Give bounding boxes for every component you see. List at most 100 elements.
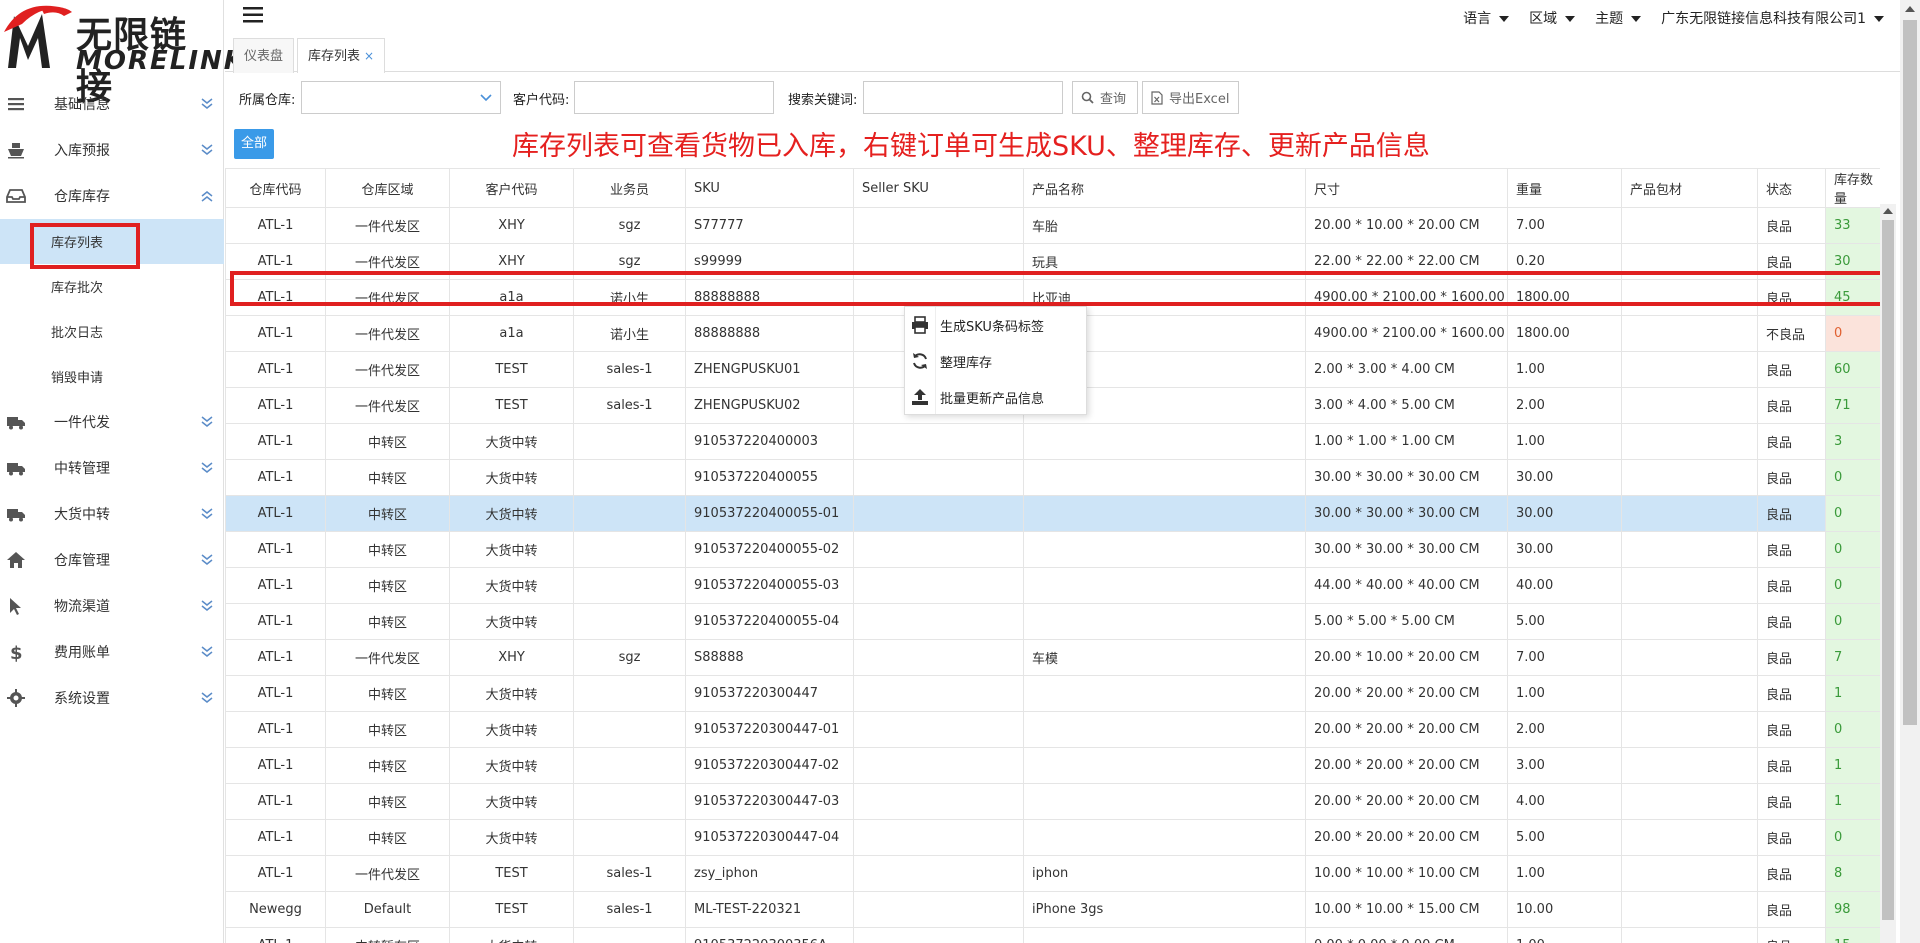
all-filter-button[interactable]: 全部: [234, 129, 274, 159]
col-header-product-name[interactable]: 产品名称: [1023, 168, 1306, 208]
language-dropdown[interactable]: 语言: [1463, 8, 1510, 28]
col-header-status[interactable]: 状态: [1757, 168, 1826, 208]
ctx-item-generate-sku-label[interactable]: 生成SKU条码标签: [905, 307, 1086, 343]
table-row[interactable]: ATL-1 中转区 大货中转 910537220400003 1.00 * 1.00 *…: [225, 423, 1880, 460]
region-dropdown[interactable]: 区域: [1529, 8, 1576, 28]
table-cell: 一件代发区: [325, 279, 450, 316]
table-row[interactable]: Newegg Default TEST sales-1 ML-TEST-220321 iP…: [225, 891, 1880, 928]
customer-code-label: 客户代码:: [513, 93, 570, 108]
scroll-up-icon[interactable]: [1883, 208, 1893, 214]
export-button-label: 导出Excel: [1169, 92, 1230, 107]
logo[interactable]: 无限链接 MORELINK: [0, 0, 244, 108]
table-cell: 3.00 * 4.00 * 5.00 CM: [1305, 387, 1508, 424]
page-scrollbar[interactable]: [1900, 0, 1920, 943]
table-row[interactable]: ATL-1 中转区 大货中转 910537220300447-04 20.00 * 20…: [225, 819, 1880, 856]
table-cell: 20.00 * 20.00 * 20.00 CM: [1305, 711, 1508, 748]
col-header-customer-code[interactable]: 客户代码: [449, 168, 574, 208]
sidebar-item-system-settings[interactable]: 系统设置: [0, 675, 224, 721]
table-cell: [1621, 783, 1758, 820]
sidebar-subitem-destroy-request[interactable]: 销毁申请: [0, 354, 224, 399]
table-cell: 良品: [1757, 459, 1826, 496]
sidebar-item-billing[interactable]: $ 费用账单: [0, 629, 224, 675]
table-cell: 大货中转: [449, 423, 574, 460]
sidebar-item-dropshipping[interactable]: 一件代发: [0, 399, 224, 445]
table-cell: 7: [1825, 639, 1880, 676]
table-row[interactable]: ATL-1 中转区 大货中转 910537220400055-04 5.00 * 5.0…: [225, 603, 1880, 640]
table-row[interactable]: ATL-1 中转区 大货中转 910537220400055 30.00 * 30.00…: [225, 459, 1880, 496]
ctx-item-bulk-update-product[interactable]: 批量更新产品信息: [905, 379, 1086, 415]
col-header-warehouse-area[interactable]: 仓库区域: [325, 168, 450, 208]
table-scrollbar[interactable]: [1880, 204, 1896, 943]
search-icon: [1081, 91, 1094, 104]
theme-dropdown[interactable]: 主题: [1595, 8, 1642, 28]
col-header-sku[interactable]: SKU: [685, 168, 854, 208]
search-button[interactable]: 查询: [1072, 81, 1138, 114]
ctx-item-organize-inventory[interactable]: 整理库存: [905, 343, 1086, 379]
col-header-seller-sku[interactable]: Seller SKU: [853, 168, 1024, 208]
table-row[interactable]: ATL-1中转暂存区大货中转 910537220300356A 0.00 * 0.0…: [225, 927, 1880, 943]
table-cell: 0: [1825, 819, 1880, 856]
table-cell: 30.00: [1507, 495, 1622, 532]
warehouse-select[interactable]: [301, 81, 501, 114]
table-row[interactable]: ATL-1 一件代发区 XHY sgz S88888 车模 20.00 * 10.00 * …: [225, 639, 1880, 676]
col-header-salesperson[interactable]: 业务员: [573, 168, 686, 208]
tab-inventory-list[interactable]: 库存列表 ×: [297, 38, 386, 73]
table-cell: 910537220300447-02: [685, 747, 854, 784]
table-cell: 1: [1825, 747, 1880, 784]
sidebar-subitem-inventory-batch[interactable]: 库存批次: [0, 264, 224, 309]
sidebar-item-warehouse-management[interactable]: 仓库管理: [0, 537, 224, 583]
table-cell: 1.00: [1507, 351, 1622, 388]
scroll-up-icon[interactable]: [1905, 6, 1915, 12]
table-cell: [1621, 711, 1758, 748]
hamburger-menu-icon[interactable]: [243, 7, 263, 23]
table-cell: TEST: [449, 855, 574, 892]
col-header-dimensions[interactable]: 尺寸: [1305, 168, 1508, 208]
export-excel-button[interactable]: 导出Excel: [1142, 81, 1239, 114]
sidebar-item-warehouse-inventory[interactable]: 仓库库存: [0, 173, 224, 219]
table-cell: 910537220400055: [685, 459, 854, 496]
table-row[interactable]: ATL-1 中转区 大货中转 910537220300447-01 20.00 * 20…: [225, 711, 1880, 748]
keyword-input[interactable]: [863, 81, 1063, 114]
table-scrollbar-thumb[interactable]: [1882, 220, 1894, 920]
table-row[interactable]: ATL-1 一件代发区 XHY sgz S77777 车胎 20.00 * 10.00 * …: [225, 207, 1880, 244]
close-icon[interactable]: ×: [364, 49, 374, 63]
col-header-stock-qty[interactable]: 库存数量: [1825, 168, 1880, 208]
page-scrollbar-thumb[interactable]: [1903, 20, 1917, 725]
table-row[interactable]: ATL-1 中转区 大货中转 910537220400055-02 30.00 * 30…: [225, 531, 1880, 568]
table-row[interactable]: ATL-1 一件代发区 XHY sgz s99999 玩具 22.00 * 22.00 * …: [225, 243, 1880, 280]
table-row[interactable]: ATL-1 中转区 大货中转 910537220300447-03 20.00 * 20…: [225, 783, 1880, 820]
inventory-table: 仓库代码 仓库区域 客户代码 业务员 SKU Seller SKU 产品名称 尺…: [225, 168, 1880, 943]
table-cell: 大货中转: [449, 927, 574, 943]
col-header-warehouse-code[interactable]: 仓库代码: [225, 168, 326, 208]
table-row[interactable]: ATL-1 中转区 大货中转 910537220400055-01 30.00 * 30…: [225, 495, 1880, 532]
col-header-weight[interactable]: 重量: [1507, 168, 1622, 208]
table-cell: 良品: [1757, 891, 1826, 928]
sidebar-item-label: 物流渠道: [54, 599, 110, 615]
table-row[interactable]: ATL-1 中转区 大货中转 910537220300447 20.00 * 20.00…: [225, 675, 1880, 712]
table-cell: [1023, 819, 1306, 856]
table-cell: sales-1: [573, 387, 686, 424]
chevron-double-down-icon: [201, 416, 213, 427]
sidebar-item-label: 中转管理: [54, 461, 110, 477]
sidebar-item-inbound-forecast[interactable]: 入库预报: [0, 127, 224, 173]
customer-code-input[interactable]: [574, 81, 774, 114]
sidebar: 无限链接 MORELINK 基础信息 入库预报 仓库库存 库存列表 库存批次 批…: [0, 0, 244, 943]
table-cell: ATL-1: [225, 567, 326, 604]
sidebar-item-transit-management[interactable]: 中转管理: [0, 445, 224, 491]
sidebar-item-logistics-channel[interactable]: 物流渠道: [0, 583, 224, 629]
table-cell: 0: [1825, 315, 1880, 352]
table-cell: [573, 819, 686, 856]
table-row[interactable]: ATL-1 中转区 大货中转 910537220300447-02 20.00 * 20…: [225, 747, 1880, 784]
company-dropdown[interactable]: 广东无限链接信息科技有限公司1: [1661, 8, 1884, 28]
table-cell: [1023, 711, 1306, 748]
table-cell: 45: [1825, 279, 1880, 316]
col-header-packaging[interactable]: 产品包材: [1621, 168, 1758, 208]
gear-icon: [7, 689, 25, 707]
table-cell: [1023, 783, 1306, 820]
table-row[interactable]: ATL-1 中转区 大货中转 910537220400055-03 44.00 * 40…: [225, 567, 1880, 604]
sidebar-item-basic-info[interactable]: 基础信息: [0, 81, 224, 127]
table-row[interactable]: ATL-1 一件代发区 TEST sales-1 zsy_iphon iphon 10.00…: [225, 855, 1880, 892]
sidebar-item-bulk-transit[interactable]: 大货中转: [0, 491, 224, 537]
sidebar-subitem-batch-log[interactable]: 批次日志: [0, 309, 224, 354]
tab-dashboard[interactable]: 仪表盘: [233, 38, 295, 73]
